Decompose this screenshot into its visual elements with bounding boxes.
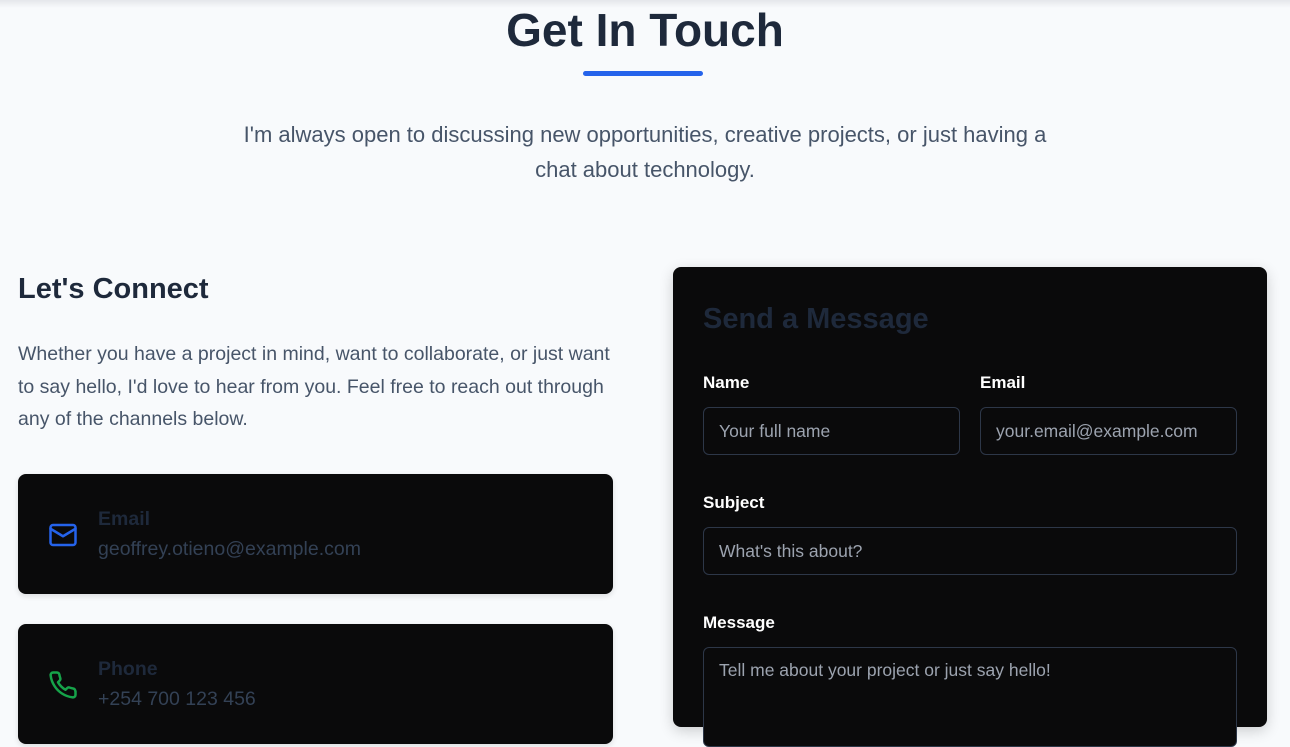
- contact-label: Email: [98, 508, 151, 530]
- form-title: Send a Message: [703, 303, 929, 335]
- intro-text: I'm always open to discussing new opport…: [243, 122, 1047, 182]
- connect-title: Let's Connect: [18, 273, 209, 305]
- title-underline: [583, 71, 703, 76]
- contact-card-phone[interactable]: Phone +254 700 123 456: [18, 624, 613, 744]
- connect-description: Whether you have a project in mind, want…: [18, 343, 610, 430]
- contact-value[interactable]: geoffrey.otieno@example.com: [98, 538, 361, 561]
- page-title: Get In Touch: [506, 4, 784, 56]
- message-textarea[interactable]: [703, 647, 1237, 747]
- subject-input[interactable]: [703, 527, 1237, 575]
- contact-label: Phone: [98, 658, 158, 680]
- mail-icon: [48, 520, 78, 550]
- email-label: Email: [980, 373, 1026, 392]
- name-label: Name: [703, 373, 750, 392]
- contact-card-email[interactable]: Email geoffrey.otieno@example.com: [18, 474, 613, 594]
- name-input[interactable]: [703, 407, 960, 455]
- email-input[interactable]: [980, 407, 1237, 455]
- subject-label: Subject: [703, 493, 765, 512]
- phone-icon: [48, 670, 78, 700]
- contact-form: Send a Message Name Email Subject Messag…: [673, 267, 1267, 747]
- contact-value[interactable]: +254 700 123 456: [98, 688, 256, 711]
- message-label: Message: [703, 613, 775, 632]
